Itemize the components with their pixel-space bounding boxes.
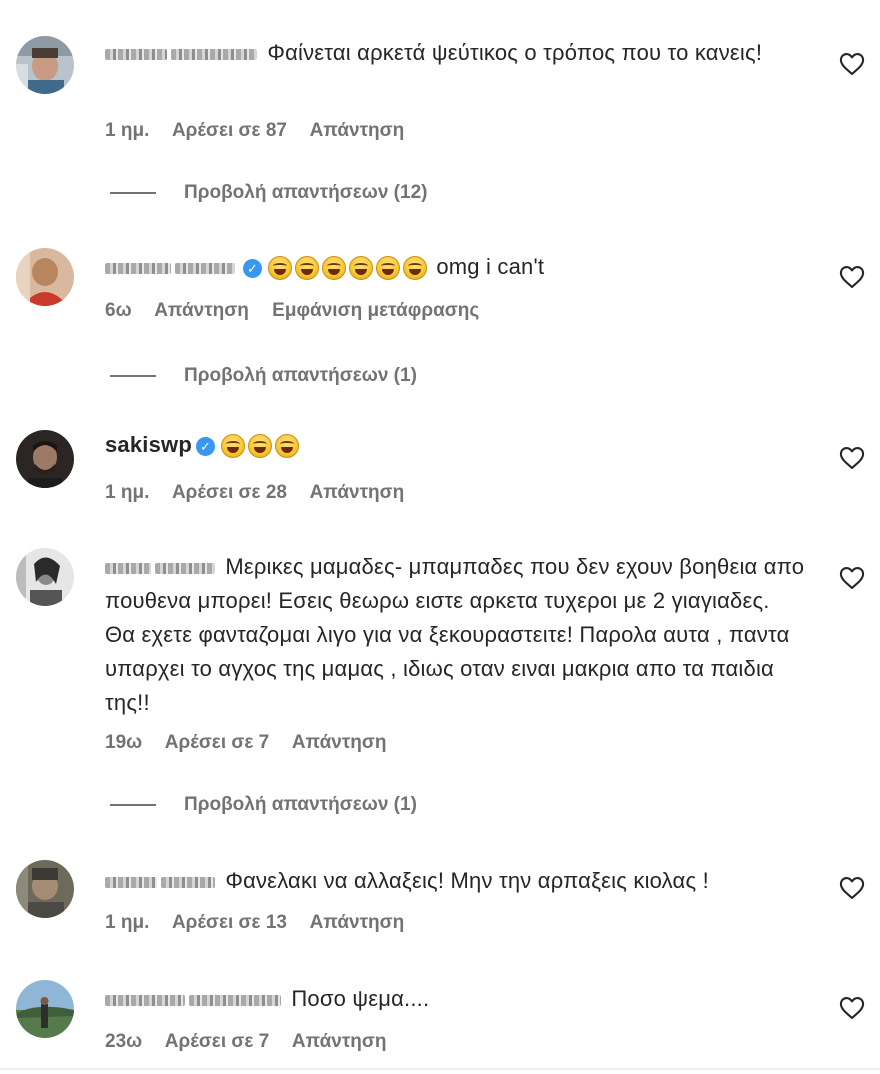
blurred-username[interactable] xyxy=(175,262,235,274)
comment-time: 1 ημ. xyxy=(105,912,150,933)
view-replies-label: Προβολή απαντήσεων (12) xyxy=(184,182,428,203)
reply-button[interactable]: Απάντηση xyxy=(292,732,387,753)
comment-meta: 19ω Αρέσει σε 7 Απάντηση xyxy=(105,732,405,754)
blurred-username[interactable] xyxy=(105,876,157,888)
face-with-tears-of-joy-emoji xyxy=(275,434,300,459)
comment-text: ✓ omg i can't xyxy=(105,250,805,284)
comment-time: 19ω xyxy=(105,732,143,753)
avatar[interactable] xyxy=(16,548,74,606)
likes-count-button[interactable]: Αρέσει σε 28 xyxy=(172,482,287,503)
view-replies-button[interactable]: Προβολή απαντήσεων (1) xyxy=(110,794,417,816)
reply-button[interactable]: Απάντηση xyxy=(310,482,405,503)
comment-time: 23ω xyxy=(105,1031,143,1052)
heart-icon[interactable] xyxy=(838,874,866,902)
reply-button[interactable]: Απάντηση xyxy=(154,300,249,321)
face-with-tears-of-joy-emoji xyxy=(221,434,246,459)
face-with-tears-of-joy-emoji xyxy=(376,256,400,281)
comment-text: Ποσο ψεμα.... xyxy=(105,982,805,1016)
face-with-tears-of-joy-emoji xyxy=(322,256,346,281)
comment-meta: 1 ημ. Αρέσει σε 28 Απάντηση xyxy=(105,482,422,504)
face-with-tears-of-joy-emoji xyxy=(248,434,273,459)
face-with-tears-of-joy-emoji xyxy=(403,256,427,281)
view-replies-button[interactable]: Προβολή απαντήσεων (12) xyxy=(110,182,427,204)
blurred-username[interactable] xyxy=(105,562,151,574)
reply-button[interactable]: Απάντηση xyxy=(310,120,405,141)
view-replies-label: Προβολή απαντήσεων (1) xyxy=(184,794,417,815)
blurred-username[interactable] xyxy=(171,48,257,60)
replies-divider xyxy=(110,192,156,194)
avatar[interactable] xyxy=(16,980,74,1038)
comment-time: 1 ημ. xyxy=(105,482,150,503)
comment-text: Μερικες μαμαδες- μπαμπαδες που δεν εχουν… xyxy=(105,554,805,715)
heart-icon[interactable] xyxy=(838,994,866,1022)
blurred-username[interactable] xyxy=(105,262,171,274)
comment-text: sakiswp ✓ xyxy=(105,428,805,462)
blurred-username[interactable] xyxy=(161,876,215,888)
face-with-tears-of-joy-emoji xyxy=(268,256,292,281)
face-with-tears-of-joy-emoji xyxy=(295,256,319,281)
verified-badge-icon: ✓ xyxy=(196,436,216,456)
bottom-divider xyxy=(0,1068,880,1070)
heart-icon[interactable] xyxy=(838,564,866,592)
verified-badge-icon: ✓ xyxy=(243,258,262,278)
view-replies-button[interactable]: Προβολή απαντήσεων (1) xyxy=(110,365,417,387)
blurred-username[interactable] xyxy=(189,994,281,1006)
avatar[interactable] xyxy=(16,860,74,918)
avatar[interactable] xyxy=(16,248,74,306)
likes-count-button[interactable]: Αρέσει σε 7 xyxy=(165,1031,269,1052)
comment-meta: 1 ημ. Αρέσει σε 87 Απάντηση xyxy=(105,120,422,142)
blurred-username[interactable] xyxy=(105,994,185,1006)
comment-time: 1 ημ. xyxy=(105,120,150,141)
comment-meta: 6ω Απάντηση Εμφάνιση μετάφρασης xyxy=(105,300,497,322)
replies-divider xyxy=(110,804,156,806)
reply-button[interactable]: Απάντηση xyxy=(310,912,405,933)
heart-icon[interactable] xyxy=(838,263,866,291)
heart-icon[interactable] xyxy=(838,50,866,78)
comment-meta: 23ω Αρέσει σε 7 Απάντηση xyxy=(105,1031,405,1053)
blurred-username[interactable] xyxy=(105,48,167,60)
likes-count-button[interactable]: Αρέσει σε 7 xyxy=(165,732,269,753)
heart-icon[interactable] xyxy=(838,444,866,472)
avatar[interactable] xyxy=(16,430,74,488)
show-translation-button[interactable]: Εμφάνιση μετάφρασης xyxy=(272,300,479,321)
reply-button[interactable]: Απάντηση xyxy=(292,1031,387,1052)
likes-count-button[interactable]: Αρέσει σε 13 xyxy=(172,912,287,933)
comment-text: Φανελακι να αλλαξεις! Μην την αρπαξεις κ… xyxy=(105,864,805,898)
likes-count-button[interactable]: Αρέσει σε 87 xyxy=(172,120,287,141)
avatar[interactable] xyxy=(16,36,74,94)
comment-meta: 1 ημ. Αρέσει σε 13 Απάντηση xyxy=(105,912,422,934)
comment-time: 6ω xyxy=(105,300,132,321)
username-link[interactable]: sakiswp xyxy=(105,432,192,457)
face-with-tears-of-joy-emoji xyxy=(349,256,373,281)
comment-text: Φαίνεται αρκετά ψεύτικος ο τρόπος που το… xyxy=(105,36,805,70)
view-replies-label: Προβολή απαντήσεων (1) xyxy=(184,365,417,386)
replies-divider xyxy=(110,375,156,377)
blurred-username[interactable] xyxy=(155,562,215,574)
